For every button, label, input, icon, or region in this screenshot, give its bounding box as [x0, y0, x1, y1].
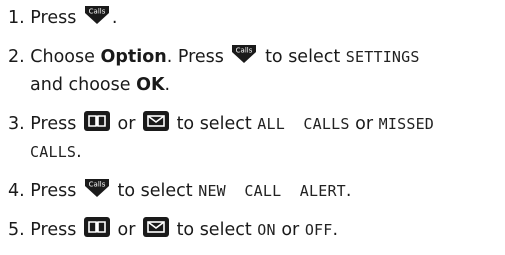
step-text: or: [117, 114, 136, 134]
option-label: Option: [100, 47, 167, 67]
calls-key-icon: Calls: [83, 4, 111, 26]
lcd-all-calls: ALL CALLS: [257, 115, 350, 133]
envelope-key-icon: [142, 216, 170, 238]
step-text: .: [164, 75, 171, 95]
lcd-new-call-alert: NEW CALL ALERT: [198, 182, 346, 200]
step-text: to select: [265, 47, 341, 67]
step-text: to select: [176, 114, 252, 134]
calls-key-label: Calls: [236, 47, 253, 55]
step-1: 1. Press Calls .: [8, 4, 503, 32]
step-number: 4.: [8, 181, 25, 201]
step-5: 5. Press or to select ON or OFF.: [8, 216, 503, 244]
step-number: 3.: [8, 114, 25, 134]
step-text: Choose: [30, 47, 95, 67]
step-text: Press: [30, 220, 77, 240]
step-text: .: [332, 220, 339, 240]
step-text: . Press: [166, 47, 224, 67]
lcd-on: ON: [257, 221, 276, 239]
ok-label: OK: [136, 75, 165, 95]
envelope-key-icon: [142, 110, 170, 132]
instruction-steps: 1. Press Calls . 2. Choose Option. Press…: [8, 4, 503, 255]
step-number: 1.: [8, 8, 25, 28]
step-number: 2.: [8, 47, 25, 67]
step-text: or: [117, 220, 136, 240]
step-text: Press: [30, 8, 77, 28]
lcd-missed: MISSED: [378, 115, 435, 133]
calls-key-icon: Calls: [83, 177, 111, 199]
calls-key-label: Calls: [89, 8, 106, 16]
phonebook-key-icon: [83, 216, 111, 238]
step-text: Press: [30, 114, 77, 134]
step-text: .: [345, 181, 352, 201]
step-2: 2. Choose Option. Press Calls to select …: [8, 43, 503, 99]
lcd-off: OFF: [304, 221, 333, 239]
step-text: .: [111, 8, 118, 28]
calls-key-icon: Calls: [230, 43, 258, 65]
calls-key-label: Calls: [89, 181, 106, 189]
step-3: 3. Press or to select ALL CALLS or MISSE…: [8, 110, 503, 166]
lcd-settings: SETTINGS: [345, 48, 420, 66]
lcd-calls: CALLS: [30, 143, 77, 161]
step-text: to select: [176, 220, 252, 240]
phonebook-key-icon: [83, 110, 111, 132]
step-text: and choose: [30, 75, 131, 95]
step-number: 5.: [8, 220, 25, 240]
step-text: or: [355, 114, 374, 134]
step-text: or: [281, 220, 300, 240]
step-text: Press: [30, 181, 77, 201]
step-text: .: [76, 142, 82, 162]
step-text: to select: [117, 181, 193, 201]
step-4: 4. Press Calls to select NEW CALL ALERT.: [8, 177, 503, 205]
